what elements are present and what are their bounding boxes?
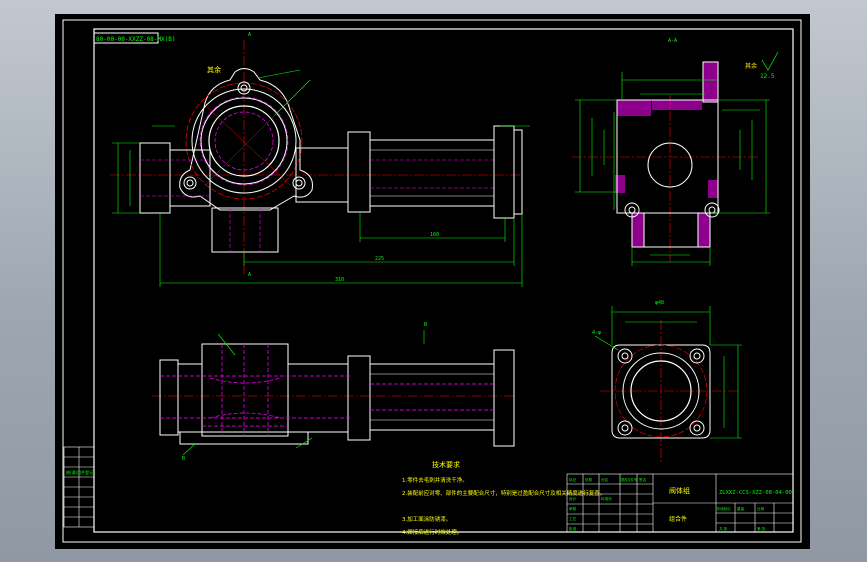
drawing-code: 80-00-00-XXZZ-08-MX(B) — [96, 36, 175, 43]
svg-text:共 张: 共 张 — [719, 526, 728, 531]
callout-vent: 其余 — [207, 65, 221, 74]
svg-text:设计: 设计 — [569, 496, 577, 501]
svg-text:工艺: 工艺 — [569, 516, 577, 521]
note-4: 4.焊接后进行时效处理。 — [402, 528, 462, 536]
svg-text:更改文件号: 更改文件号 — [621, 477, 637, 482]
hatch-left-wall — [617, 100, 651, 116]
svg-text:标记: 标记 — [569, 477, 577, 482]
part-name: 阀体组 — [669, 486, 690, 495]
left-block-label: 借(通)用件登记 — [66, 469, 93, 475]
svg-text:第 张: 第 张 — [757, 526, 766, 531]
svg-text:批准: 批准 — [569, 526, 577, 531]
svg-text:比例: 比例 — [757, 506, 765, 511]
section-mark-a: A — [248, 32, 251, 38]
svg-text:重量: 重量 — [737, 506, 745, 511]
svg-text:审核: 审核 — [569, 506, 577, 511]
end-diameter: φ48 — [655, 300, 664, 306]
note-3: 3.加工面涂防锈漆。 — [402, 515, 451, 523]
part-number: ZLXXZ-CCS-XZZ-08-04-00 — [719, 490, 792, 496]
roughness-value: 12.5 — [760, 73, 775, 80]
section-title: A-A — [668, 38, 677, 44]
svg-text:阶段标记: 阶段标记 — [717, 506, 731, 511]
hole-callout: 4-φ — [592, 330, 601, 336]
svg-text:处数: 处数 — [585, 477, 593, 482]
bottom-view-title-lower: B — [182, 456, 185, 462]
svg-text:分区: 分区 — [601, 477, 609, 482]
section-mark-a-lower: A — [248, 272, 251, 278]
svg-text:标准化: 标准化 — [601, 496, 612, 501]
dim-overall-2: 310 — [335, 277, 344, 283]
roughness-other: 其余 — [745, 62, 757, 70]
dim-overall-1: 225 — [375, 256, 384, 262]
svg-text:签名: 签名 — [639, 477, 647, 482]
material: 组合件 — [669, 515, 687, 523]
hatch-top-flange — [703, 62, 718, 102]
bottom-view-title: B — [424, 322, 427, 328]
dim-length: 160 — [430, 232, 439, 238]
note-2: 2.装配前应对零、部件的主要配合尺寸，特别是过盈配合尺寸及相关精度进行复查。 — [402, 489, 605, 497]
note-1: 1.零件去毛刺并清洗干净。 — [402, 476, 468, 484]
notes-title: 技术要求 — [432, 460, 460, 469]
cad-drawing-canvas: 80-00-00-XXZZ-08-MX(B) 160 225 310 A A 其… — [55, 14, 810, 549]
